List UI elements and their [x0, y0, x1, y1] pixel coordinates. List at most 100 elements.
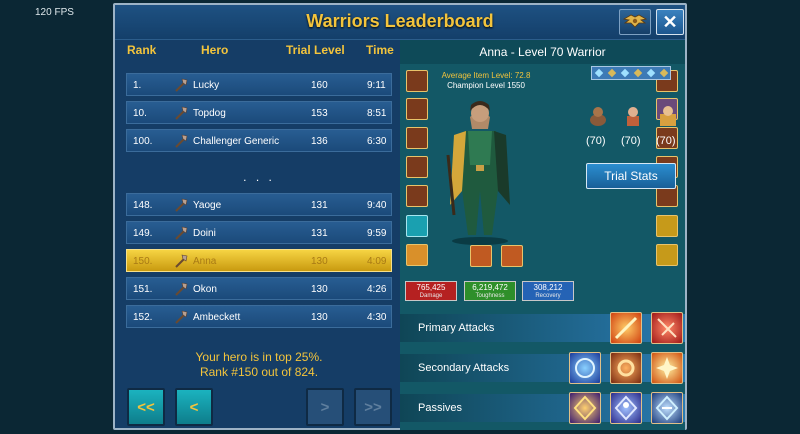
- trial-stats-button[interactable]: Trial Stats: [586, 163, 676, 189]
- next-page-button[interactable]: >: [306, 388, 344, 426]
- gear-slot-artifact[interactable]: [406, 244, 428, 266]
- stat-toughness: 6,219,472 Toughness: [464, 281, 516, 301]
- fire-slash-icon: [614, 316, 638, 340]
- row-hero-name: Doini: [193, 228, 216, 239]
- stat-damage-label: Damage: [419, 293, 443, 299]
- winged-emblem-icon: [623, 14, 647, 28]
- gear-slot-ring-1[interactable]: [656, 215, 678, 237]
- pet-level: (70): [621, 135, 641, 147]
- leaderboard-row[interactable]: 152. Ambeckett 130 4:30: [126, 305, 392, 328]
- pet-level: (70): [586, 135, 606, 147]
- average-item-level: Average Item Level: 72.8: [441, 71, 531, 80]
- gear-slot-gloves[interactable]: [406, 185, 428, 207]
- row-hero-name: Challenger Generic: [193, 136, 280, 147]
- gem-socket-bar: [591, 66, 671, 80]
- fps-counter: 120 FPS: [35, 7, 74, 18]
- secondary-skill-whirl[interactable]: [610, 352, 642, 384]
- close-button[interactable]: ✕: [656, 9, 684, 35]
- blade-slash-icon: [657, 318, 677, 338]
- secondary-attacks-label: Secondary Attacks: [418, 362, 510, 374]
- gem-icon: [620, 68, 629, 78]
- row-time: 4:26: [367, 284, 387, 295]
- explosion-icon: [656, 357, 678, 379]
- secondary-skill-shield[interactable]: [569, 352, 601, 384]
- hero-header: Anna - Level 70 Warrior: [400, 40, 685, 64]
- hero-portrait: [446, 101, 510, 245]
- stat-damage-value: 765,425: [416, 283, 446, 292]
- row-hero-name: Okon: [193, 284, 217, 295]
- gem-icon: [633, 68, 642, 78]
- row-time: 9:11: [367, 80, 386, 91]
- hero-class-axe-icon: [175, 254, 188, 268]
- secondary-attacks-bar: Secondary Attacks: [400, 354, 685, 382]
- gear-slot-shoulders[interactable]: [406, 127, 428, 149]
- shield-orb-icon: [575, 358, 595, 378]
- leaderboard-row[interactable]: 149. Doini 131 9:59: [126, 221, 392, 244]
- row-time: 4:09: [367, 256, 387, 267]
- whirlwind-icon: [617, 359, 635, 377]
- leaderboard-row[interactable]: 148. Yaoge 131 9:40: [126, 193, 392, 216]
- leaderboard-row[interactable]: 1. Lucky 160 9:11: [126, 73, 392, 96]
- stat-recovery: 308,212 Recovery: [522, 281, 574, 301]
- row-time: 8:51: [367, 108, 387, 119]
- hero-class-axe-icon: [175, 78, 188, 92]
- leaderboard-row[interactable]: 10. Topdog 153 8:51: [126, 101, 392, 124]
- primary-skill-fire-strike[interactable]: [610, 312, 642, 344]
- passives-bar: Passives: [400, 394, 685, 422]
- gear-slot-gem[interactable]: [406, 215, 428, 237]
- champion-level: Champion Level 1550: [447, 81, 525, 90]
- stat-recovery-label: Recovery: [535, 293, 561, 299]
- secondary-skill-explosion[interactable]: [651, 352, 683, 384]
- gear-slot-offhand[interactable]: [501, 245, 523, 267]
- row-rank: 100.: [133, 136, 153, 147]
- hero-class-axe-icon: [175, 282, 188, 296]
- hero-class-axe-icon: [175, 198, 188, 212]
- passive-skill-1[interactable]: [569, 392, 601, 424]
- gear-slot-ring-2[interactable]: [656, 244, 678, 266]
- stat-toughness-label: Toughness: [475, 293, 505, 299]
- row-hero-name: Topdog: [193, 108, 226, 119]
- column-header-hero: Hero: [201, 43, 229, 57]
- gem-icon: [607, 68, 616, 78]
- previous-page-button[interactable]: <: [175, 388, 213, 426]
- column-header-time: Time: [366, 43, 394, 57]
- row-time: 6:30: [367, 136, 387, 147]
- hero-class-axe-icon: [175, 310, 188, 324]
- leaderboard-row[interactable]: 151. Okon 130 4:26: [126, 277, 392, 300]
- emblem-button[interactable]: [619, 9, 651, 35]
- hero-class-axe-icon: [175, 226, 188, 240]
- row-trial-level: 130: [311, 284, 328, 295]
- pet-icon: [660, 106, 676, 126]
- stat-recovery-value: 308,212: [533, 283, 563, 292]
- hero-class-axe-icon: [175, 134, 188, 148]
- row-rank: 151.: [133, 284, 153, 295]
- leaderboard-window: Warriors Leaderboard ✕ Rank Hero Trial L…: [113, 3, 687, 430]
- row-trial-level: 131: [311, 200, 328, 211]
- row-trial-level: 160: [311, 80, 328, 91]
- pet-icon: [627, 107, 639, 126]
- row-time: 4:30: [367, 312, 387, 323]
- row-trial-level: 130: [311, 256, 328, 267]
- primary-skill-slash[interactable]: [651, 312, 683, 344]
- first-page-button[interactable]: <<: [127, 388, 165, 426]
- row-hero-name: Ambeckett: [193, 312, 241, 323]
- primary-attacks-bar: Primary Attacks: [400, 314, 685, 342]
- gear-slot-chest[interactable]: [406, 156, 428, 178]
- stat-toughness-value: 6,219,472: [472, 283, 508, 292]
- last-page-button[interactable]: >>: [354, 388, 392, 426]
- list-ellipsis: . . .: [243, 170, 275, 184]
- passives-label: Passives: [418, 402, 463, 414]
- row-trial-level: 131: [311, 228, 328, 239]
- leaderboard-row-current-player[interactable]: 150. Anna 130 4:09: [126, 249, 392, 272]
- passive-figure-icon: [614, 395, 638, 421]
- gear-slot-head[interactable]: [406, 70, 428, 92]
- pet-icon: [590, 107, 606, 126]
- passive-skill-2[interactable]: [610, 392, 642, 424]
- gem-icon: [594, 68, 603, 78]
- gear-slot-amulet[interactable]: [406, 98, 428, 120]
- leaderboard-row[interactable]: 100. Challenger Generic 136 6:30: [126, 129, 392, 152]
- row-trial-level: 153: [311, 108, 328, 119]
- passive-skill-3[interactable]: [651, 392, 683, 424]
- gear-slot-mainhand[interactable]: [470, 245, 492, 267]
- passive-aura-icon: [655, 395, 679, 421]
